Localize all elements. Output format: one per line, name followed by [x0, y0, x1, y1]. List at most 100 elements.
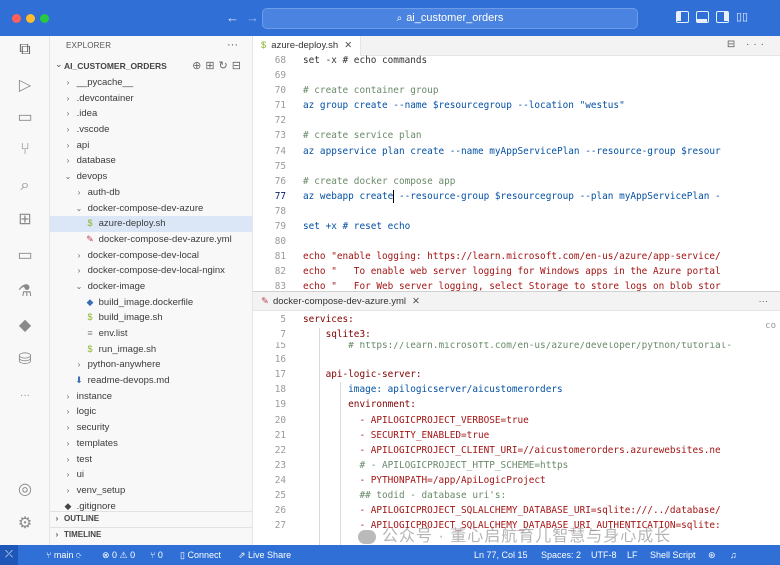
more-icon[interactable]: ···	[15, 386, 35, 406]
remote-indicator-icon[interactable]: ⤫	[0, 545, 18, 565]
tree-item[interactable]: › venv_setup	[50, 483, 252, 499]
list-file-icon: ≡	[87, 328, 93, 338]
chevron-right-icon: ›	[66, 140, 70, 150]
chevron-right-icon: ›	[66, 156, 70, 166]
source-control-icon[interactable]: ⑂	[15, 140, 35, 160]
code-line: 70 # create container group	[274, 85, 439, 97]
explorer-more-icon[interactable]: ···	[227, 39, 238, 51]
back-arrow-icon[interactable]: ←	[226, 10, 239, 25]
explorer-icon[interactable]: ⧉	[15, 40, 35, 60]
customize-layout-icon[interactable]: ▯▯	[736, 10, 750, 23]
toggle-panel-icon[interactable]	[696, 11, 709, 23]
chevron-right-icon: ›	[77, 360, 81, 370]
testing-icon[interactable]: ⚗	[15, 282, 35, 302]
forward-arrow-icon[interactable]: →	[246, 10, 259, 25]
tree-item[interactable]: › test	[50, 452, 252, 468]
code-line: 15 # https://learn.microsoft.com/en-us/a…	[274, 342, 732, 352]
peek-more-icon[interactable]: ···	[759, 292, 769, 311]
tree-item[interactable]: ⌄ docker-image	[50, 279, 252, 295]
tree-item[interactable]: ⌄ devops	[50, 169, 252, 185]
tree-item[interactable]: › docker-compose-dev-local	[50, 248, 252, 264]
tree-item[interactable]: › templates	[50, 436, 252, 452]
workspace-root[interactable]: ⌄ AI_CUSTOMER_ORDERS ⊕⊞↻⊟	[50, 58, 252, 75]
copilot-icon[interactable]: ⊛	[708, 545, 716, 565]
language-mode[interactable]: Shell Script	[650, 545, 696, 565]
tree-item[interactable]: › logic	[50, 404, 252, 420]
tree-item[interactable]: › database	[50, 153, 252, 169]
encoding[interactable]: UTF-8	[591, 545, 617, 565]
tree-item[interactable]: › auth-db	[50, 185, 252, 201]
notifications-bell-icon[interactable]: ♫	[730, 545, 737, 565]
tree-item-selected[interactable]: $ azure-deploy.sh	[50, 216, 252, 232]
tree-item[interactable]: $ build_image.sh	[50, 310, 252, 326]
folder-icon[interactable]: ▭	[15, 108, 35, 128]
close-peek-icon[interactable]: ✕	[412, 296, 420, 307]
chevron-down-icon: ⌄	[75, 203, 83, 213]
settings-gear-icon[interactable]: ⚙	[15, 514, 35, 534]
code-line: 17 api-logic-server:	[274, 369, 422, 381]
shell-file-icon: $	[87, 218, 93, 229]
branch-indicator[interactable]: ⑂ main ⟳	[46, 545, 81, 565]
toggle-secondary-sidebar-icon[interactable]	[716, 11, 729, 23]
tree-item[interactable]: ⬇ readme-devops.md	[50, 373, 252, 389]
problems-indicator[interactable]: ⊗ 0 ⚠ 0	[102, 545, 135, 565]
timeline-section[interactable]: › TIMELINE	[50, 527, 252, 541]
minimize-window-button[interactable]	[26, 14, 35, 23]
chevron-right-icon: ›	[55, 514, 59, 523]
tree-item[interactable]: › __pycache__	[50, 75, 252, 91]
tree-item[interactable]: › docker-compose-dev-local-nginx	[50, 263, 252, 279]
sync-icon: ⟳	[75, 550, 82, 560]
branch-icon: ⑂	[46, 550, 54, 560]
editor-actions[interactable]: ⊟ ···	[727, 39, 768, 50]
tree-item[interactable]: ≡ env.list	[50, 326, 252, 342]
toggle-primary-sidebar-icon[interactable]	[676, 11, 689, 23]
code-line: 71 az group create --name $resourcegroup …	[274, 100, 625, 112]
outline-section[interactable]: › OUTLINE	[50, 511, 252, 525]
tree-item[interactable]: › ui	[50, 467, 252, 483]
code-line: 79 set +x # reset echo	[274, 221, 411, 233]
account-icon[interactable]: ◎	[15, 480, 35, 500]
code-line: 26 - APILOGICPROJECT_SQLALCHEMY_DATABASE…	[274, 505, 721, 517]
peek-code-editor[interactable]: 5 services: 7 sqlite3: 15 # https://learn…	[253, 312, 780, 533]
chevron-right-icon: ›	[66, 125, 70, 135]
tree-item[interactable]: › python-anywhere	[50, 357, 252, 373]
tree-item[interactable]: › .devcontainer	[50, 91, 252, 107]
cursor-position[interactable]: Ln 77, Col 15	[474, 545, 528, 565]
database-icon[interactable]: ⛁	[15, 350, 35, 370]
ports-indicator[interactable]: ⑂ 0	[150, 545, 163, 565]
code-editor[interactable]: 68 set -x # echo commands 69 70 # create c…	[253, 53, 780, 295]
indentation[interactable]: Spaces: 2	[541, 545, 581, 565]
extensions-icon[interactable]: ⊞	[15, 210, 35, 230]
code-line: 21 - SECURITY_ENABLED=true	[274, 429, 490, 441]
tree-item[interactable]: ◆ build_image.dockerfile	[50, 295, 252, 311]
remote-explorer-icon[interactable]: ▭	[15, 246, 35, 266]
title-bar: ← → ⌕ ai_customer_orders ▯▯	[0, 0, 780, 36]
chevron-right-icon: ›	[66, 454, 70, 464]
tree-item[interactable]: › api	[50, 138, 252, 154]
tree-item[interactable]: › .vscode	[50, 122, 252, 138]
live-share-button[interactable]: ⇗ Live Share	[238, 545, 291, 565]
tree-item[interactable]: › security	[50, 420, 252, 436]
code-line: 22 - APILOGICPROJECT_CLIENT_URI=//aicust…	[274, 444, 721, 456]
tree-item[interactable]: › instance	[50, 389, 252, 405]
command-center-search[interactable]: ⌕ ai_customer_orders	[262, 8, 638, 29]
code-line: 78	[274, 205, 286, 217]
connect-button[interactable]: ▯ Connect	[180, 545, 221, 565]
maximize-window-button[interactable]	[40, 14, 49, 23]
peek-editor-header: ✎ docker-compose-dev-azure.yml ✕ ···	[253, 291, 780, 311]
explorer-actions[interactable]: ⊕⊞↻⊟	[192, 59, 245, 72]
run-debug-icon[interactable]: ▷	[15, 76, 35, 96]
chevron-right-icon: ›	[77, 250, 81, 260]
tree-item[interactable]: ✎ docker-compose-dev-azure.yml	[50, 232, 252, 248]
code-line: 82 echo " To enable web server logging fo…	[274, 266, 721, 278]
tree-item[interactable]: ⌄ docker-compose-dev-azure	[50, 201, 252, 217]
close-tab-icon[interactable]: ✕	[344, 40, 352, 51]
code-line: 20 - APILOGICPROJECT_VERBOSE=true	[274, 414, 529, 426]
close-window-button[interactable]	[12, 14, 21, 23]
chevron-right-icon: ›	[66, 93, 70, 103]
docker-icon[interactable]: ◆	[15, 316, 35, 336]
search-icon[interactable]: ⌕	[15, 176, 35, 196]
line-ending[interactable]: LF	[627, 545, 638, 565]
tree-item[interactable]: › .idea	[50, 106, 252, 122]
tree-item[interactable]: $ run_image.sh	[50, 342, 252, 358]
